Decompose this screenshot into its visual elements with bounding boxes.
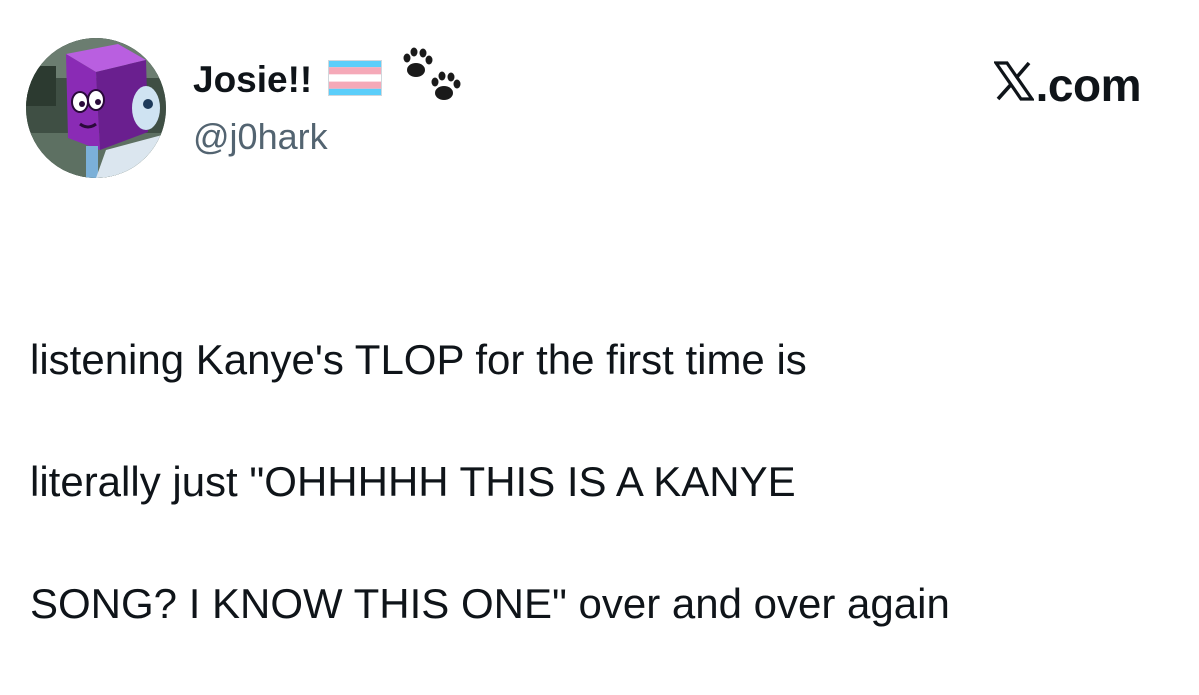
transgender-flag-icon [328,59,383,101]
tweet-text: listening Kanye's TLOP for the first tim… [30,268,1170,695]
tweet-card: Josie!! @j0hark .com listening Kanye's T… [0,0,1199,627]
source-label: .com [992,58,1142,112]
tweet-text-line: literally just "OHHHHH THIS IS A KANYE [30,458,796,505]
avatar-image [26,38,166,178]
tweet-text-line: listening Kanye's TLOP for the first tim… [30,336,807,383]
avatar[interactable] [26,38,166,178]
tweet-text-line: SONG? I KNOW THIS ONE" over and over aga… [30,580,950,627]
display-name-row: Josie!! [193,47,466,108]
display-name[interactable]: Josie!! [193,59,312,101]
user-handle[interactable]: @j0hark [193,116,328,158]
paw-prints-icon [402,46,466,111]
source-domain: .com [1035,59,1142,111]
x-logo-icon [992,58,1035,112]
